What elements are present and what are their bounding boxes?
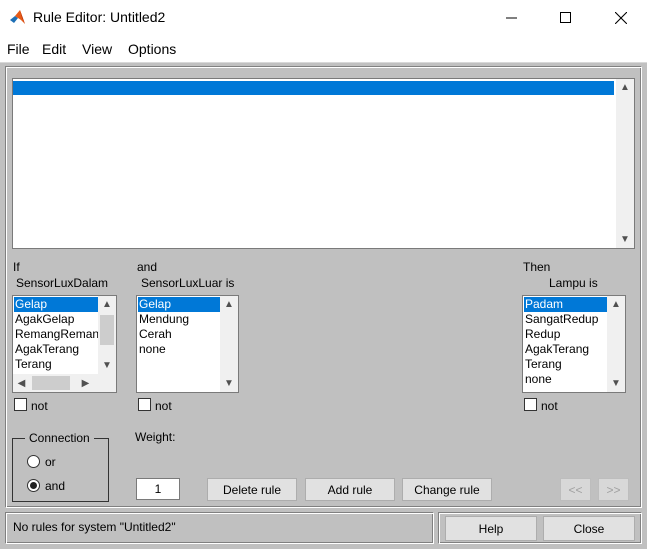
menu-file[interactable]: File <box>7 41 30 57</box>
close-window-button[interactable] <box>598 0 644 35</box>
list-item[interactable]: Terang <box>524 357 562 372</box>
status-text: No rules for system "Untitled2" <box>13 520 176 534</box>
scroll-up-icon[interactable]: ▲ <box>616 79 634 96</box>
delete-rule-button[interactable]: Delete rule <box>207 478 297 501</box>
close-icon <box>615 11 627 24</box>
previous-button[interactable]: << <box>560 478 591 501</box>
maximize-button[interactable] <box>542 0 588 35</box>
add-rule-button[interactable]: Add rule <box>305 478 395 501</box>
list-item[interactable]: Redup <box>524 327 560 342</box>
input2-variable-label: SensorLuxLuar is <box>141 276 235 290</box>
list-item[interactable]: Padam <box>524 297 607 312</box>
input2-membership-list[interactable]: Gelap Mendung Cerah none ▲ ▼ <box>136 295 239 393</box>
menu-options[interactable]: Options <box>128 41 176 57</box>
list-item[interactable]: none <box>138 342 166 357</box>
list-item[interactable]: AgakGelap <box>14 312 74 327</box>
input1-vertical-scrollbar[interactable]: ▲ ▼ <box>98 296 116 374</box>
scroll-up-icon[interactable]: ▲ <box>98 296 116 313</box>
input2-not-label: not <box>155 399 172 413</box>
then-label: Then <box>523 260 551 274</box>
menu-view[interactable]: View <box>82 41 112 57</box>
scroll-down-icon[interactable]: ▼ <box>607 375 625 392</box>
change-rule-button[interactable]: Change rule <box>402 478 492 501</box>
input2-vertical-scrollbar[interactable]: ▲ ▼ <box>220 296 238 392</box>
connection-group: Connection or and <box>12 431 109 502</box>
weight-input[interactable]: 1 <box>136 478 180 500</box>
input1-not-label: not <box>31 399 48 413</box>
list-item[interactable]: none <box>524 372 552 387</box>
input1-variable-label: SensorLuxDalam <box>16 276 109 290</box>
input1-membership-list[interactable]: Gelap AgakGelap RemangReman AgakTerang T… <box>12 295 117 393</box>
output-vertical-scrollbar[interactable]: ▲ ▼ <box>607 296 625 392</box>
scroll-down-icon[interactable]: ▼ <box>220 375 238 392</box>
window-title: Rule Editor: Untitled2 <box>33 9 166 25</box>
and-label: and <box>137 260 158 274</box>
next-button[interactable]: >> <box>598 478 629 501</box>
scroll-down-icon[interactable]: ▼ <box>98 357 116 374</box>
maximize-icon <box>559 12 571 23</box>
rules-list-selected-row[interactable] <box>13 81 614 95</box>
output-not-label: not <box>541 399 558 413</box>
output-membership-list[interactable]: Padam SangatRedup Redup AgakTerang Teran… <box>522 295 626 393</box>
list-item[interactable]: AgakTerang <box>524 342 589 357</box>
title-bar: Rule Editor: Untitled2 <box>0 0 647 35</box>
minimize-button[interactable] <box>488 0 534 35</box>
list-item[interactable]: Gelap <box>14 297 98 312</box>
list-item[interactable]: Cerah <box>138 327 172 342</box>
input1-not-checkbox[interactable] <box>14 398 27 411</box>
output-not-checkbox[interactable] <box>524 398 537 411</box>
weight-label: Weight: <box>135 430 176 444</box>
input2-not-checkbox[interactable] <box>138 398 151 411</box>
scroll-thumb[interactable] <box>32 376 70 390</box>
scroll-left-icon[interactable]: ◀ <box>13 374 30 392</box>
output-variable-label: Lampu is <box>549 276 598 290</box>
scroll-right-icon[interactable]: ▶ <box>77 374 94 392</box>
rules-vertical-scrollbar[interactable]: ▲ ▼ <box>616 79 634 248</box>
minimize-icon <box>505 17 517 19</box>
connection-and-label: and <box>45 479 66 493</box>
connection-or-radio[interactable] <box>27 455 40 468</box>
list-item[interactable]: Gelap <box>138 297 220 312</box>
menu-edit[interactable]: Edit <box>42 41 66 57</box>
list-item[interactable]: RemangReman <box>14 327 99 342</box>
list-item[interactable]: AgakTerang <box>14 342 79 357</box>
list-item[interactable]: Mendung <box>138 312 189 327</box>
help-button[interactable]: Help <box>445 516 537 541</box>
list-item[interactable]: SangatRedup <box>524 312 598 327</box>
if-label: If <box>13 260 20 274</box>
scroll-up-icon[interactable]: ▲ <box>220 296 238 313</box>
connection-or-label: or <box>45 455 56 469</box>
connection-title: Connection <box>25 431 94 445</box>
scroll-thumb[interactable] <box>100 315 114 345</box>
close-button[interactable]: Close <box>543 516 635 541</box>
input1-horizontal-scrollbar[interactable]: ◀ ▶ <box>13 374 116 392</box>
scroll-up-icon[interactable]: ▲ <box>607 296 625 313</box>
connection-and-radio[interactable] <box>27 479 40 492</box>
rules-list[interactable]: ▲ ▼ <box>12 78 635 249</box>
matlab-logo-icon <box>10 10 25 24</box>
list-item[interactable]: Terang <box>14 357 52 372</box>
menu-bar: File Edit View Options <box>0 35 647 63</box>
status-bar: No rules for system "Untitled2" <box>5 512 434 544</box>
scroll-down-icon[interactable]: ▼ <box>616 231 634 248</box>
